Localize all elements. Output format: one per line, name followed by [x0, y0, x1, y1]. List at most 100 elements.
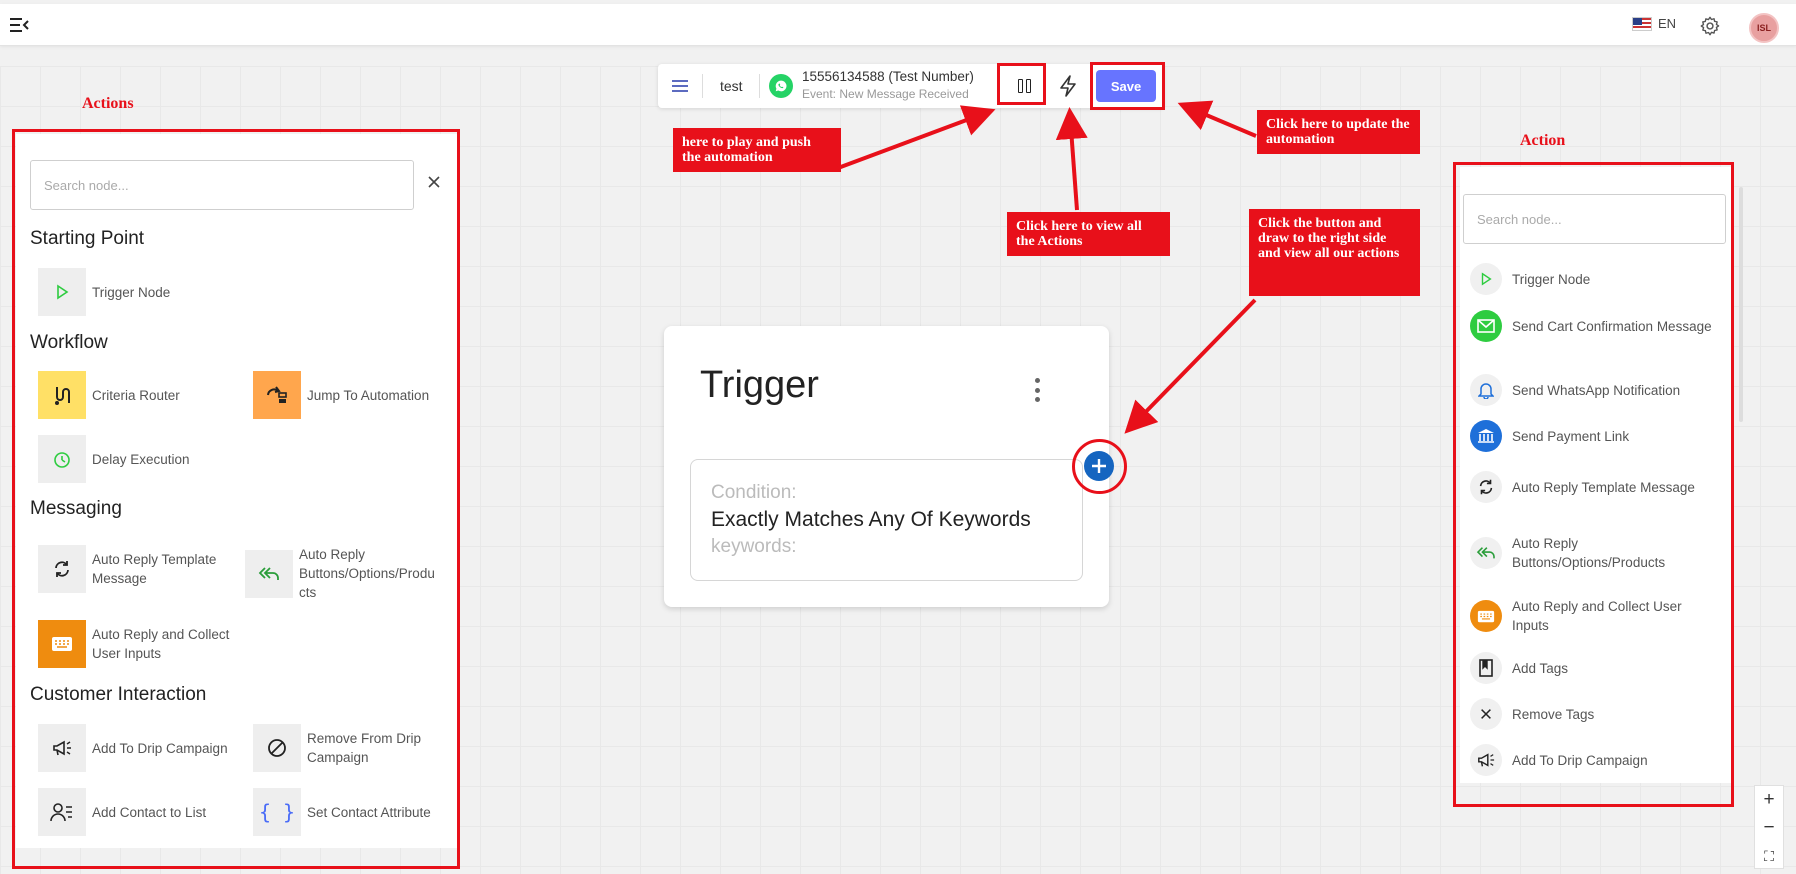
action-item[interactable]: Auto Reply Template Message — [1470, 471, 1712, 503]
node-label: Delay Execution — [92, 451, 190, 467]
kebab-menu-icon[interactable] — [1033, 378, 1041, 402]
block-icon — [253, 724, 301, 772]
node-trigger[interactable]: Trigger Node — [38, 268, 170, 316]
action-label: Auto Reply and Collect User Inputs — [1512, 599, 1682, 633]
node-label: Auto Reply Template Message — [92, 552, 217, 586]
play-icon — [38, 268, 86, 316]
divider — [759, 74, 760, 98]
fit-view-button[interactable]: ⛶ — [1755, 842, 1783, 870]
node-remove-from-drip[interactable]: Remove From Drip Campaign — [253, 724, 447, 772]
action-item[interactable]: Remove Tags — [1470, 698, 1712, 730]
action-item[interactable]: Add To Drip Campaign — [1470, 744, 1712, 776]
left-node-panel: Starting Point Trigger Node Workflow Cri… — [16, 134, 457, 848]
divider — [702, 74, 703, 98]
router-icon — [38, 371, 86, 419]
trigger-node-card[interactable]: Trigger Condition: Exactly Matches Any O… — [664, 326, 1109, 607]
action-item[interactable]: Send WhatsApp Notification — [1470, 374, 1712, 406]
annotation-draw-button: Click the button and draw to the right s… — [1249, 209, 1420, 296]
action-label: Add To Drip Campaign — [1512, 752, 1648, 768]
avatar[interactable]: ISL — [1749, 13, 1779, 43]
event-label: Event: New Message Received — [802, 87, 969, 101]
play-icon — [1470, 263, 1502, 295]
node-add-to-drip[interactable]: Add To Drip Campaign — [38, 724, 232, 772]
search-box[interactable] — [30, 160, 414, 210]
us-flag-icon — [1632, 16, 1652, 31]
language-label: EN — [1658, 16, 1677, 31]
node-jump-to-automation[interactable]: Jump To Automation — [253, 371, 429, 419]
action-label: Auto Reply Buttons/Options/Products — [1512, 536, 1666, 570]
automation-name[interactable]: test — [720, 78, 743, 94]
node-auto-reply-template[interactable]: Auto Reply Template Message — [38, 545, 232, 593]
close-icon[interactable] — [426, 174, 442, 190]
node-set-contact-attribute[interactable]: { } Set Contact Attribute — [253, 788, 431, 836]
zoom-controls: + − ⛶ — [1754, 785, 1784, 869]
node-delay-execution[interactable]: Delay Execution — [38, 435, 190, 483]
refresh-icon — [1470, 471, 1502, 503]
menu-collapse-icon[interactable] — [8, 16, 30, 34]
node-label: Jump To Automation — [307, 387, 430, 403]
action-item[interactable]: Send Payment Link — [1470, 420, 1712, 452]
bank-icon — [1470, 420, 1502, 452]
node-label: Set Contact Attribute — [307, 804, 431, 820]
megaphone-icon — [1470, 744, 1502, 776]
condition-box[interactable]: Condition: Exactly Matches Any Of Keywor… — [690, 459, 1083, 581]
node-label: Remove From Drip Campaign — [307, 731, 422, 765]
node-add-contact-to-list[interactable]: Add Contact to List — [38, 788, 206, 836]
hamburger-menu-icon[interactable] — [670, 77, 690, 95]
gear-icon[interactable] — [1699, 15, 1721, 37]
bookmark-icon — [1470, 652, 1502, 684]
braces-icon: { } — [253, 788, 301, 836]
trigger-title: Trigger — [700, 364, 819, 406]
keyboard-icon — [38, 620, 86, 668]
node-auto-reply-collect[interactable]: Auto Reply and Collect User Inputs — [38, 620, 232, 668]
right-panel-scrollbar[interactable] — [1739, 187, 1743, 422]
zoom-in-button[interactable]: + — [1755, 786, 1783, 814]
annotation-view-actions: Click here to view all the Actions — [1007, 212, 1170, 256]
action-item[interactable]: Auto Reply Buttons/Options/Products — [1470, 534, 1712, 572]
mail-icon — [1470, 310, 1502, 342]
search-box[interactable] — [1463, 194, 1726, 244]
contact-list-icon — [38, 788, 86, 836]
node-criteria-router[interactable]: Criteria Router — [38, 371, 180, 419]
action-label: Send Payment Link — [1512, 428, 1630, 444]
lightning-icon[interactable] — [1057, 74, 1079, 98]
add-node-button[interactable] — [1084, 451, 1114, 481]
node-label: Criteria Router — [92, 387, 180, 403]
bell-icon — [1470, 374, 1502, 406]
language-selector[interactable]: EN — [1632, 16, 1676, 31]
top-bar: EN ISL — [0, 4, 1796, 46]
play-pause-button[interactable] — [1011, 74, 1037, 98]
action-item[interactable]: Trigger Node — [1470, 263, 1712, 295]
section-heading: Messaging — [30, 498, 122, 519]
keywords-label: keywords: — [711, 536, 797, 557]
annotation-update: Click here to update the automation — [1257, 110, 1420, 154]
action-label: Trigger Node — [1512, 271, 1591, 287]
megaphone-icon — [38, 724, 86, 772]
refresh-icon — [38, 545, 86, 593]
keyboard-icon — [1470, 600, 1502, 632]
timer-icon — [38, 435, 86, 483]
save-button[interactable]: Save — [1096, 70, 1156, 102]
action-item[interactable]: Auto Reply and Collect User Inputs — [1470, 597, 1712, 635]
search-input[interactable] — [44, 177, 413, 193]
node-auto-reply-buttons[interactable]: Auto Reply Buttons/Options/Produ cts — [245, 545, 449, 602]
node-label: Add To Drip Campaign — [92, 740, 228, 756]
section-heading: Customer Interaction — [30, 684, 207, 705]
action-item[interactable]: Send Cart Confirmation Message — [1470, 310, 1712, 342]
action-label: Send WhatsApp Notification — [1512, 382, 1681, 398]
zoom-out-button[interactable]: − — [1755, 814, 1783, 842]
phone-number: 15556134588 (Test Number) — [802, 69, 974, 84]
section-heading: Workflow — [30, 332, 108, 353]
node-label: Auto Reply Buttons/Options/Produ cts — [299, 547, 435, 600]
node-label: Trigger Node — [92, 284, 171, 300]
condition-value: Exactly Matches Any Of Keywords — [711, 508, 1031, 531]
node-label: Add Contact to List — [92, 804, 207, 820]
reply-all-icon — [245, 549, 293, 598]
search-input[interactable] — [1477, 211, 1725, 227]
action-label: Remove Tags — [1512, 706, 1595, 722]
plus-icon — [1092, 459, 1106, 473]
action-item[interactable]: Add Tags — [1470, 652, 1712, 684]
close-icon — [1470, 698, 1502, 730]
annotation-play-push: here to play and push the automation — [673, 128, 841, 172]
node-label: Auto Reply and Collect User Inputs — [92, 627, 230, 661]
